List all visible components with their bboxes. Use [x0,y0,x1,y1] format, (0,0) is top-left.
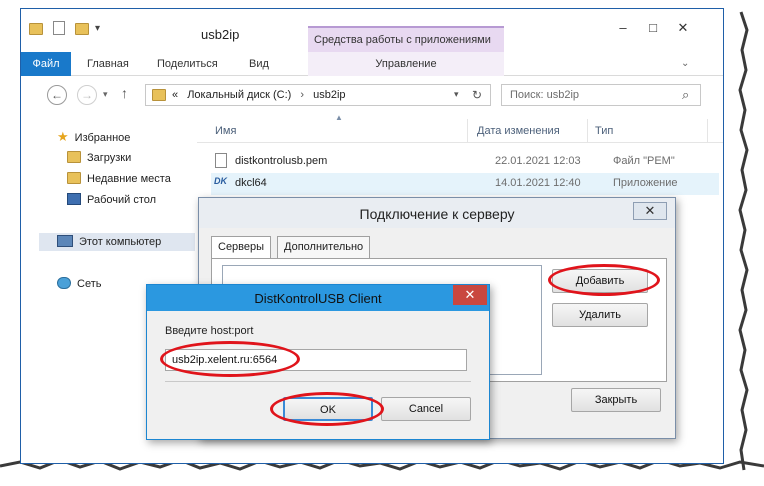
nav-this-pc[interactable]: Этот компьютер [39,233,195,251]
close-button[interactable]: ✕ [671,19,695,37]
network-icon [57,277,71,289]
address-input[interactable]: « Локальный диск (C:) › usb2ip ▾ ↻ [145,84,491,106]
file-type: Приложение [613,177,678,189]
window-titlebar: ▾ usb2ip Средства работы с приложениями … [21,9,723,52]
search-icon[interactable]: ⌕ [682,87,689,103]
maximize-button[interactable]: □ [641,19,665,37]
nav-this-pc-label: Этот компьютер [79,236,162,248]
address-dropdown-icon[interactable]: ▾ [454,89,459,100]
column-divider[interactable] [707,119,708,143]
nav-network[interactable]: Сеть [57,277,101,295]
tab-file[interactable]: Файл [21,52,71,76]
document-icon [215,153,227,168]
column-divider[interactable] [587,119,588,143]
file-row[interactable]: distkontrolusb.pem 22.01.2021 12:03 Файл… [211,151,719,173]
annotation-ellipse-input [160,341,300,377]
address-path: « Локальный диск (C:) › usb2ip [172,89,346,101]
path-overflow[interactable]: « [172,89,178,101]
back-button[interactable]: ← [47,85,67,105]
refresh-icon[interactable]: ↻ [472,88,482,102]
file-modified: 22.01.2021 12:03 [495,155,581,167]
nav-favorites-label: Избранное [74,132,131,144]
search-input[interactable]: Поиск: usb2ip ⌕ [501,84,701,106]
path-drive[interactable]: Локальный диск (C:) [187,89,291,101]
window-title: usb2ip [201,27,240,42]
forward-button[interactable]: → [77,85,97,105]
cancel-button[interactable]: Cancel [381,397,471,421]
annotation-ellipse-add [548,264,660,296]
nav-downloads-label: Загрузки [87,152,132,164]
nav-network-label: Сеть [77,278,102,290]
tab-advanced[interactable]: Дополнительно [277,236,371,258]
up-arrow-icon[interactable]: ↑ [121,85,128,101]
ribbon-tabs: Файл Главная Поделиться Вид Управление ⌄ [21,52,723,76]
host-port-label: Введите host:port [165,325,254,337]
path-folder[interactable]: usb2ip [313,89,345,101]
file-type: Файл "PEM" [613,155,675,167]
properties-icon[interactable] [53,21,65,35]
context-tab-group: Средства работы с приложениями [308,26,504,52]
delete-server-button[interactable]: Удалить [552,303,648,327]
column-modified[interactable]: Дата изменения [477,125,560,137]
desktop-icon [67,193,81,205]
star-icon: ★ [57,129,69,144]
separator [165,381,471,382]
column-divider[interactable] [467,119,468,143]
column-name[interactable]: Имя [215,125,236,137]
tab-share[interactable]: Поделиться [157,52,218,76]
path-separator-icon: › [300,89,305,101]
close-icon[interactable]: ✕ [633,202,667,220]
minimize-button[interactable]: – [611,19,635,37]
annotation-ellipse-ok [270,392,384,426]
recent-locations-icon[interactable]: ▾ [103,89,108,100]
recent-places-icon [67,172,81,184]
tab-home[interactable]: Главная [87,52,129,76]
file-name: dkcl64 [235,177,267,189]
tab-view[interactable]: Вид [249,52,269,76]
dialog-titlebar: DistKontrolUSB Client ✕ [147,285,489,311]
file-modified: 14.01.2021 12:40 [495,177,581,189]
downloads-folder-icon [67,151,81,163]
file-row[interactable]: DK dkcl64 14.01.2021 12:40 Приложение [211,173,719,195]
tab-manage[interactable]: Управление [308,52,504,76]
folder-icon [29,23,43,35]
new-folder-icon[interactable] [75,23,89,35]
folder-icon [152,89,166,101]
column-headers: Имя Дата изменения Тип [197,119,723,143]
tab-servers[interactable]: Серверы [211,236,272,259]
search-placeholder: Поиск: usb2ip [510,89,580,101]
dialog-title: DistKontrolUSB Client [254,291,382,306]
close-icon[interactable]: ✕ [453,285,487,305]
application-icon: DK [214,176,227,186]
column-type[interactable]: Тип [595,125,613,137]
torn-edge-right [738,0,764,486]
quick-access-dropdown-icon[interactable]: ▾ [95,23,109,35]
dialog-titlebar: Подключение к серверу ✕ [199,198,675,228]
context-tab-group-label: Средства работы с приложениями [314,34,491,46]
nav-recent[interactable]: Недавние места [67,172,171,190]
nav-downloads[interactable]: Загрузки [67,151,131,169]
file-name: distkontrolusb.pem [235,155,328,167]
nav-favorites[interactable]: ★ Избранное [57,129,130,147]
nav-recent-label: Недавние места [87,173,171,185]
expand-ribbon-icon[interactable]: ⌄ [681,52,689,76]
close-button[interactable]: Закрыть [571,388,661,412]
dialog-title: Подключение к серверу [359,206,515,222]
computer-icon [57,235,73,247]
nav-desktop-label: Рабочий стол [87,194,157,206]
nav-desktop[interactable]: Рабочий стол [67,193,156,211]
address-bar-area: ← → ▾ ↑ « Локальный диск (C:) › usb2ip ▾… [21,77,723,113]
